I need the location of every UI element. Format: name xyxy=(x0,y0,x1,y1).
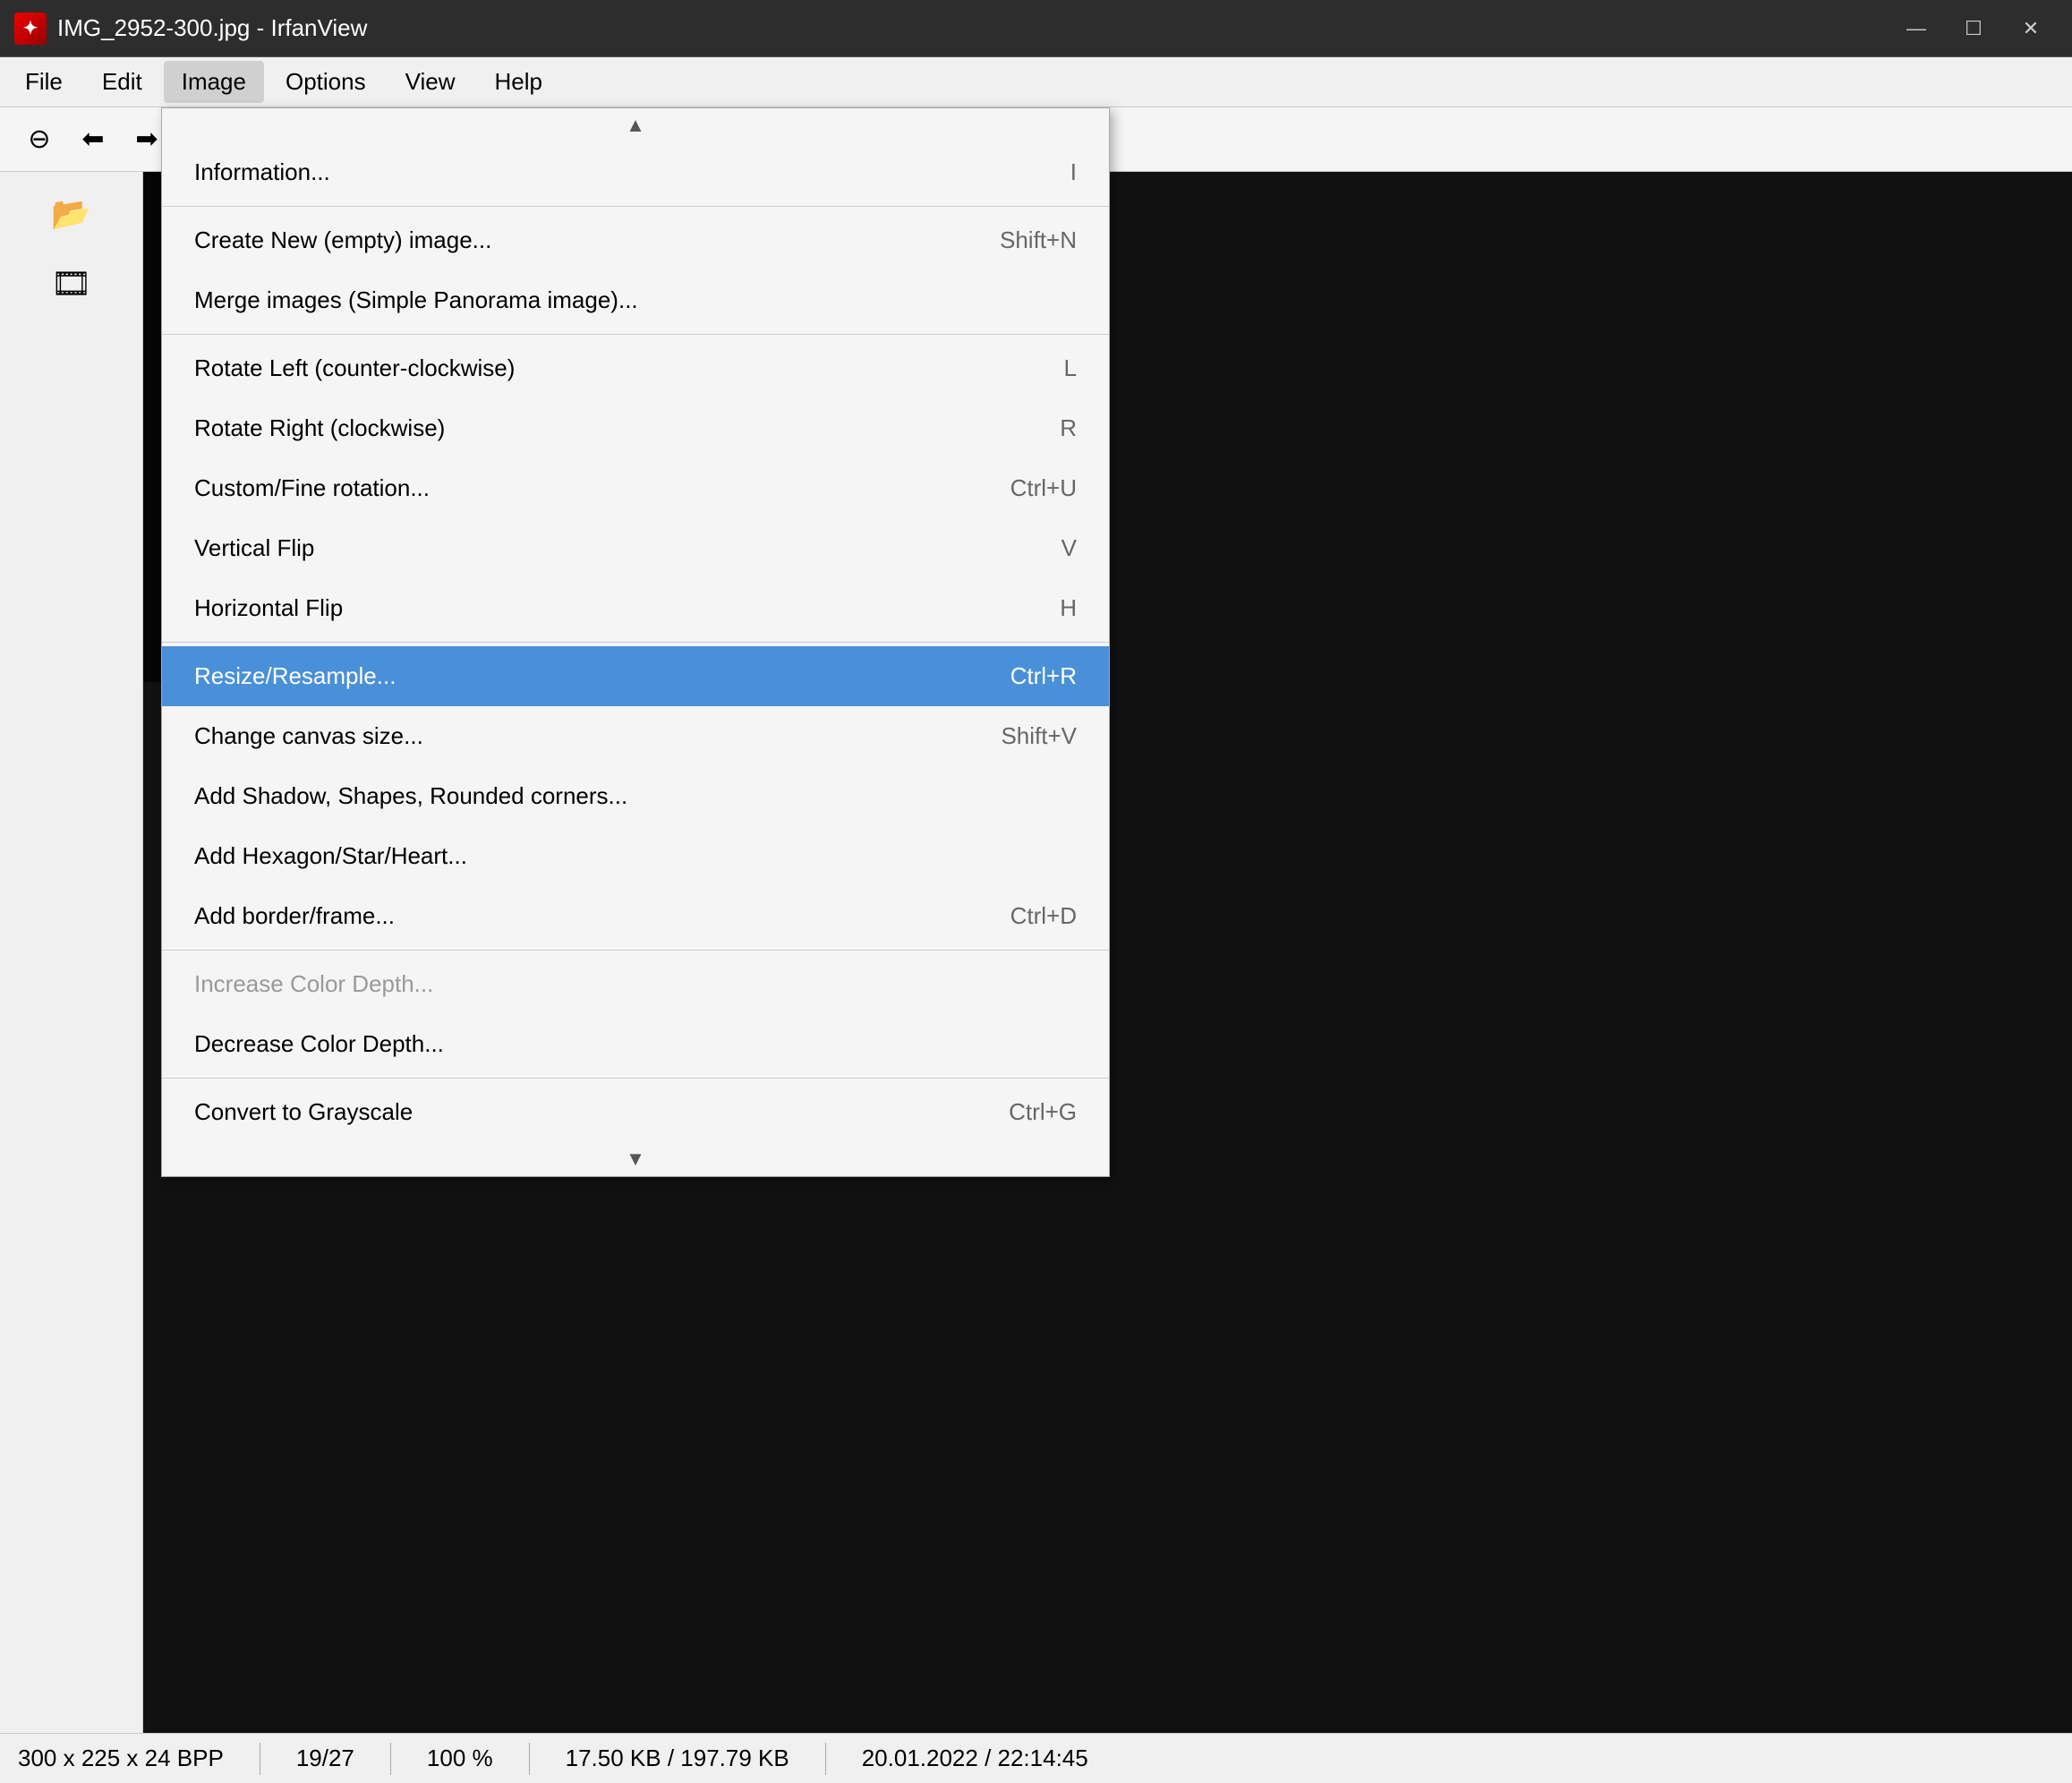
menu-item-custom-rotation-shortcut: Ctrl+U xyxy=(1010,474,1077,502)
menu-item-create-new[interactable]: Create New (empty) image... Shift+N xyxy=(162,210,1109,270)
menu-view[interactable]: View xyxy=(388,61,473,103)
menu-item-rotate-right-label: Rotate Right (clockwise) xyxy=(194,414,445,442)
menu-item-increase-color-label: Increase Color Depth... xyxy=(194,970,433,998)
status-filesize: 17.50 KB / 197.79 KB xyxy=(566,1745,789,1772)
menu-item-vertical-flip-shortcut: V xyxy=(1062,534,1077,562)
scroll-up-button[interactable]: ▲ xyxy=(162,108,1109,142)
menu-item-custom-rotation[interactable]: Custom/Fine rotation... Ctrl+U xyxy=(162,458,1109,518)
menu-item-vertical-flip-label: Vertical Flip xyxy=(194,534,314,562)
status-zoom: 100 % xyxy=(427,1745,493,1772)
menu-item-add-hexagon[interactable]: Add Hexagon/Star/Heart... xyxy=(162,826,1109,886)
window-controls: — ☐ ✕ xyxy=(1889,9,2058,48)
scroll-down-button[interactable]: ▼ xyxy=(162,1142,1109,1176)
menu-item-convert-grayscale[interactable]: Convert to Grayscale Ctrl+G xyxy=(162,1082,1109,1142)
menu-help[interactable]: Help xyxy=(476,61,559,103)
sidebar-open-icon[interactable]: 📂 xyxy=(36,183,107,245)
separator-2 xyxy=(162,334,1109,335)
separator-3 xyxy=(162,642,1109,643)
status-position: 19/27 xyxy=(296,1745,354,1772)
menu-options[interactable]: Options xyxy=(268,61,384,103)
menu-item-add-border[interactable]: Add border/frame... Ctrl+D xyxy=(162,886,1109,946)
menu-image[interactable]: Image xyxy=(164,61,264,103)
zoom-out-button[interactable]: ⊖ xyxy=(14,116,64,163)
app-icon: ✦ xyxy=(14,13,47,45)
status-dimensions: 300 x 225 x 24 BPP xyxy=(18,1745,224,1772)
status-sep-4 xyxy=(825,1743,826,1775)
menu-item-decrease-color-depth[interactable]: Decrease Color Depth... xyxy=(162,1014,1109,1074)
menu-item-merge[interactable]: Merge images (Simple Panorama image)... xyxy=(162,270,1109,330)
menu-item-rotate-right-shortcut: R xyxy=(1060,414,1077,442)
menu-item-change-canvas-label: Change canvas size... xyxy=(194,722,423,750)
minimize-button[interactable]: — xyxy=(1889,9,1943,48)
menu-file[interactable]: File xyxy=(7,61,81,103)
menu-bar: File Edit Image Options View Help xyxy=(0,57,2072,107)
menu-item-resize-shortcut: Ctrl+R xyxy=(1010,662,1077,690)
menu-item-change-canvas[interactable]: Change canvas size... Shift+V xyxy=(162,706,1109,766)
menu-edit[interactable]: Edit xyxy=(84,61,160,103)
maximize-button[interactable]: ☐ xyxy=(1947,9,2000,48)
menu-item-create-new-label: Create New (empty) image... xyxy=(194,226,491,254)
status-datetime: 20.01.2022 / 22:14:45 xyxy=(862,1745,1088,1772)
menu-item-horizontal-flip-label: Horizontal Flip xyxy=(194,594,343,622)
menu-item-rotate-right[interactable]: Rotate Right (clockwise) R xyxy=(162,398,1109,458)
title-bar: ✦ IMG_2952-300.jpg - IrfanView — ☐ ✕ xyxy=(0,0,2072,57)
menu-item-rotate-left-shortcut: L xyxy=(1064,354,1077,382)
menu-item-information-label: Information... xyxy=(194,158,330,186)
menu-item-increase-color-depth: Increase Color Depth... xyxy=(162,954,1109,1014)
status-sep-2 xyxy=(390,1743,391,1775)
menu-item-rotate-left-label: Rotate Left (counter-clockwise) xyxy=(194,354,515,382)
menu-item-horizontal-flip-shortcut: H xyxy=(1060,594,1077,622)
separator-5 xyxy=(162,1078,1109,1079)
separator-4 xyxy=(162,950,1109,951)
menu-item-add-shadow[interactable]: Add Shadow, Shapes, Rounded corners... xyxy=(162,766,1109,826)
menu-item-resize-label: Resize/Resample... xyxy=(194,662,396,690)
menu-item-resize-resample[interactable]: Resize/Resample... Ctrl+R xyxy=(162,646,1109,706)
menu-item-custom-rotation-label: Custom/Fine rotation... xyxy=(194,474,430,502)
menu-item-convert-grayscale-label: Convert to Grayscale xyxy=(194,1098,413,1126)
sidebar-film-icon[interactable]: 🎞 xyxy=(36,252,107,315)
menu-item-add-border-label: Add border/frame... xyxy=(194,902,395,930)
separator-1 xyxy=(162,206,1109,207)
menu-item-add-border-shortcut: Ctrl+D xyxy=(1010,902,1077,930)
menu-item-information[interactable]: Information... I xyxy=(162,142,1109,202)
menu-item-merge-label: Merge images (Simple Panorama image)... xyxy=(194,286,638,314)
menu-item-add-hexagon-label: Add Hexagon/Star/Heart... xyxy=(194,842,467,870)
title-bar-left: ✦ IMG_2952-300.jpg - IrfanView xyxy=(14,13,367,45)
menu-item-vertical-flip[interactable]: Vertical Flip V xyxy=(162,518,1109,578)
menu-item-rotate-left[interactable]: Rotate Left (counter-clockwise) L xyxy=(162,338,1109,398)
status-bar: 300 x 225 x 24 BPP 19/27 100 % 17.50 KB … xyxy=(0,1733,2072,1783)
menu-item-create-new-shortcut: Shift+N xyxy=(1000,226,1077,254)
sidebar: 📂 🎞 xyxy=(0,172,143,1733)
menu-item-decrease-color-label: Decrease Color Depth... xyxy=(194,1030,444,1058)
menu-item-change-canvas-shortcut: Shift+V xyxy=(1001,722,1077,750)
close-button[interactable]: ✕ xyxy=(2004,9,2058,48)
menu-item-horizontal-flip[interactable]: Horizontal Flip H xyxy=(162,578,1109,638)
menu-item-add-shadow-label: Add Shadow, Shapes, Rounded corners... xyxy=(194,782,627,810)
menu-item-convert-grayscale-shortcut: Ctrl+G xyxy=(1009,1098,1077,1126)
status-sep-3 xyxy=(529,1743,530,1775)
menu-item-information-shortcut: I xyxy=(1070,158,1077,186)
prev-button[interactable]: ⬅ xyxy=(68,116,118,163)
image-dropdown-menu: ▲ Information... I Create New (empty) im… xyxy=(161,107,1110,1177)
window-title: IMG_2952-300.jpg - IrfanView xyxy=(57,14,367,42)
